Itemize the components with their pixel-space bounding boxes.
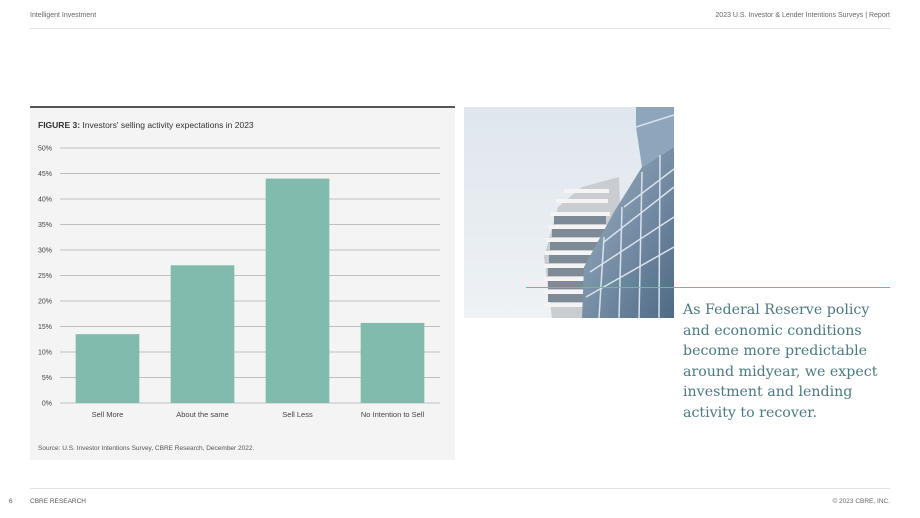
y-tick-label: 35% — [38, 222, 52, 229]
header-divider — [30, 28, 890, 29]
y-tick-label: 40% — [38, 197, 52, 204]
bar — [75, 334, 140, 403]
header-report-title: 2023 U.S. Investor & Lender Intentions S… — [715, 12, 890, 19]
y-tick-label: 5% — [42, 375, 52, 382]
accent-divider — [526, 287, 890, 288]
bar-chart: 0% 5% 10% 15% 20% 25% 30% 35% 40% 45% 50% Sell More… — [38, 146, 440, 419]
y-tick-label: 10% — [38, 350, 52, 357]
y-tick-label: 0% — [42, 401, 52, 408]
x-tick-label: Sell More — [92, 410, 124, 419]
y-tick-label: 15% — [38, 324, 52, 331]
y-tick-label: 45% — [38, 171, 52, 178]
figure-source: Source: U.S. Investor Intentions Survey,… — [38, 445, 255, 452]
pull-quote: As Federal Reserve policy and economic c… — [683, 302, 878, 421]
x-tick-label: About the same — [176, 410, 229, 419]
page-number: 6 — [9, 498, 13, 505]
y-tick-label: 50% — [38, 146, 52, 153]
y-tick-label: 20% — [38, 299, 52, 306]
x-tick-label: No Intention to Sell — [361, 410, 425, 419]
bar — [360, 322, 425, 403]
footer-copyright: © 2023 CBRE, INC. — [832, 498, 890, 505]
footer-brand: CBRE RESEARCH — [30, 498, 86, 505]
y-tick-label: 25% — [38, 273, 52, 280]
x-tick-label: Sell Less — [282, 410, 313, 419]
footer-divider — [30, 488, 890, 489]
bar — [265, 178, 330, 403]
bar — [170, 265, 235, 403]
y-tick-label: 30% — [38, 248, 52, 255]
figure-panel: FIGURE 3: Investors' selling activity ex… — [30, 106, 455, 460]
header-section-title: Intelligent Investment — [30, 12, 97, 19]
